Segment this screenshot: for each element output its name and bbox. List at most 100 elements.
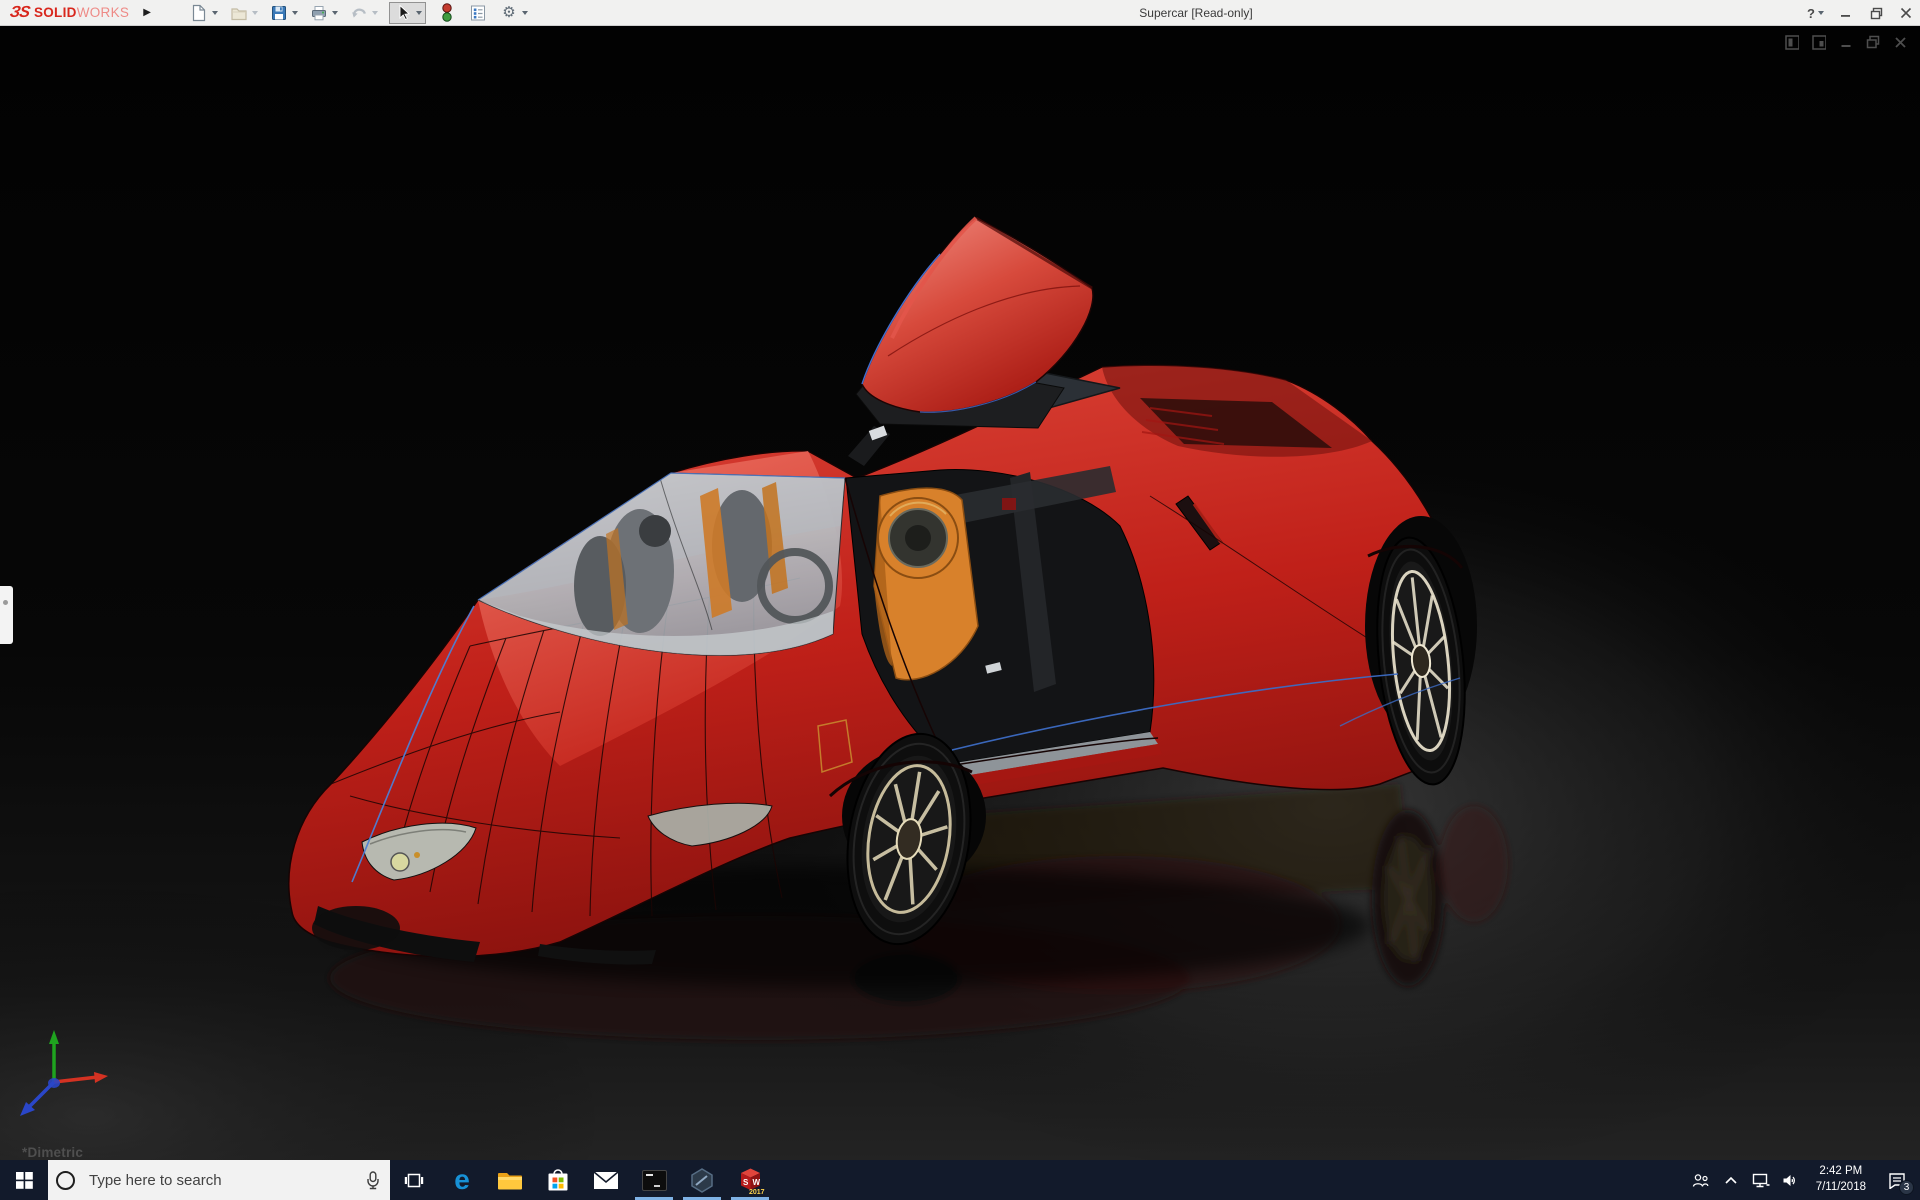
restore-document-icon — [1866, 35, 1880, 49]
svg-text:2017: 2017 — [749, 1189, 765, 1195]
3d-viewport[interactable] — [0, 26, 1920, 1160]
task-view-icon — [404, 1172, 424, 1189]
options-dropdown[interactable] — [522, 11, 528, 15]
pane-toggle-right-button[interactable] — [1812, 35, 1826, 49]
minimize-document-icon — [1840, 36, 1853, 49]
solidworks-logo: ЗS SOLIDWORKS — [0, 0, 129, 25]
title-bar: ЗS SOLIDWORKS ▶ — [0, 0, 1920, 26]
microphone-icon[interactable] — [366, 1171, 380, 1190]
file-properties-icon — [469, 4, 487, 22]
restore-icon — [1870, 7, 1883, 20]
panel-tab-dot-icon — [3, 600, 8, 605]
close-document-button[interactable] — [1893, 35, 1907, 49]
solidworks-window: ЗS SOLIDWORKS ▶ — [0, 0, 1920, 1200]
task-view-button[interactable] — [390, 1160, 438, 1200]
system-tray: 2:42 PM 7/11/2018 3 — [1688, 1160, 1920, 1200]
new-document-icon — [190, 4, 208, 22]
network-icon — [1752, 1173, 1770, 1188]
save-dropdown[interactable] — [292, 11, 298, 15]
save-floppy-icon — [270, 4, 288, 22]
options-button[interactable]: ⚙ — [499, 3, 519, 23]
show-hidden-icons-button[interactable] — [1718, 1160, 1744, 1200]
restore-document-button[interactable] — [1866, 35, 1880, 49]
graphics-area: *Dimetric — [0, 26, 1920, 1160]
brand-solid: SOLID — [34, 5, 77, 20]
help-icon: ? — [1807, 6, 1815, 21]
gear-icon: ⚙ — [502, 5, 515, 20]
windows-start-icon — [16, 1172, 33, 1189]
close-button[interactable] — [1898, 5, 1914, 21]
people-button[interactable] — [1688, 1160, 1714, 1200]
clock-date: 7/11/2018 — [1816, 1180, 1866, 1196]
hexagon-app-icon — [690, 1168, 714, 1193]
svg-text:W: W — [752, 1178, 760, 1187]
clock-time: 2:42 PM — [1819, 1164, 1862, 1180]
svg-text:S: S — [743, 1178, 749, 1187]
people-icon — [1692, 1173, 1709, 1188]
network-button[interactable] — [1748, 1160, 1774, 1200]
search-placeholder: Type here to search — [89, 1172, 366, 1189]
feature-panel-collapsed-tab[interactable] — [0, 586, 13, 644]
brand-works: WORKS — [77, 5, 130, 20]
edge-icon: e — [454, 1166, 470, 1194]
mail-icon — [593, 1171, 619, 1190]
volume-button[interactable] — [1778, 1160, 1804, 1200]
rebuild-button[interactable] — [437, 3, 457, 23]
taskbar-item-mail[interactable] — [582, 1160, 630, 1200]
restore-button[interactable] — [1868, 5, 1884, 21]
minimize-icon — [1840, 7, 1852, 19]
windows-taskbar: Type here to search e — [0, 1160, 1920, 1200]
open-button[interactable] — [229, 3, 249, 23]
document-title: Supercar [Read-only] — [1139, 0, 1252, 26]
taskbar-item-command-prompt[interactable] — [630, 1160, 678, 1200]
save-button[interactable] — [269, 3, 289, 23]
document-window-controls — [1785, 35, 1907, 49]
chevron-up-icon — [1724, 1175, 1738, 1185]
help-dropdown[interactable] — [1818, 11, 1824, 15]
taskbar-item-store[interactable] — [534, 1160, 582, 1200]
print-icon — [310, 4, 328, 22]
action-center-button[interactable]: 3 — [1878, 1160, 1916, 1200]
view-orientation-label: *Dimetric — [22, 1145, 83, 1160]
new-document-button[interactable] — [189, 3, 209, 23]
search-input[interactable]: Type here to search — [48, 1160, 390, 1200]
undo-button[interactable] — [349, 3, 369, 23]
undo-dropdown[interactable] — [372, 11, 378, 15]
taskbar-item-edge[interactable]: e — [438, 1160, 486, 1200]
taskbar-item-solidworks[interactable]: S W 2017 — [726, 1160, 774, 1200]
clock[interactable]: 2:42 PM 7/11/2018 — [1808, 1164, 1874, 1195]
select-cursor-icon — [394, 4, 412, 22]
orientation-triad — [8, 1026, 118, 1134]
pane-toggle-right-icon — [1812, 35, 1826, 50]
store-icon — [546, 1168, 570, 1192]
solidworks-2017-icon: S W 2017 — [736, 1166, 765, 1195]
select-tool-button[interactable] — [393, 3, 413, 23]
open-dropdown[interactable] — [252, 11, 258, 15]
minimize-document-button[interactable] — [1839, 35, 1853, 49]
help-button[interactable]: ? — [1807, 6, 1824, 21]
pane-toggle-left-button[interactable] — [1785, 35, 1799, 49]
open-folder-icon — [230, 4, 248, 22]
file-explorer-icon — [497, 1169, 523, 1191]
rebuild-traffic-light-icon — [441, 3, 453, 22]
start-button[interactable] — [0, 1160, 48, 1200]
command-prompt-icon — [642, 1170, 667, 1191]
taskbar-item-hexagon-app[interactable] — [678, 1160, 726, 1200]
ds-logo-icon: ЗS — [8, 4, 30, 22]
new-dropdown[interactable] — [212, 11, 218, 15]
minimize-button[interactable] — [1838, 5, 1854, 21]
select-tool-active — [389, 2, 426, 24]
undo-icon — [350, 4, 368, 22]
pane-toggle-left-icon — [1785, 35, 1799, 50]
notification-badge: 3 — [1899, 1180, 1914, 1195]
file-properties-button[interactable] — [468, 3, 488, 23]
taskbar-item-file-explorer[interactable] — [486, 1160, 534, 1200]
window-controls: ? — [1807, 0, 1914, 26]
cortana-icon — [56, 1171, 75, 1190]
menu-flyout-icon[interactable]: ▶ — [143, 7, 151, 18]
close-document-icon — [1894, 36, 1907, 49]
quick-access-toolbar: ⚙ — [189, 0, 539, 25]
print-dropdown[interactable] — [332, 11, 338, 15]
select-dropdown[interactable] — [416, 11, 422, 15]
print-button[interactable] — [309, 3, 329, 23]
